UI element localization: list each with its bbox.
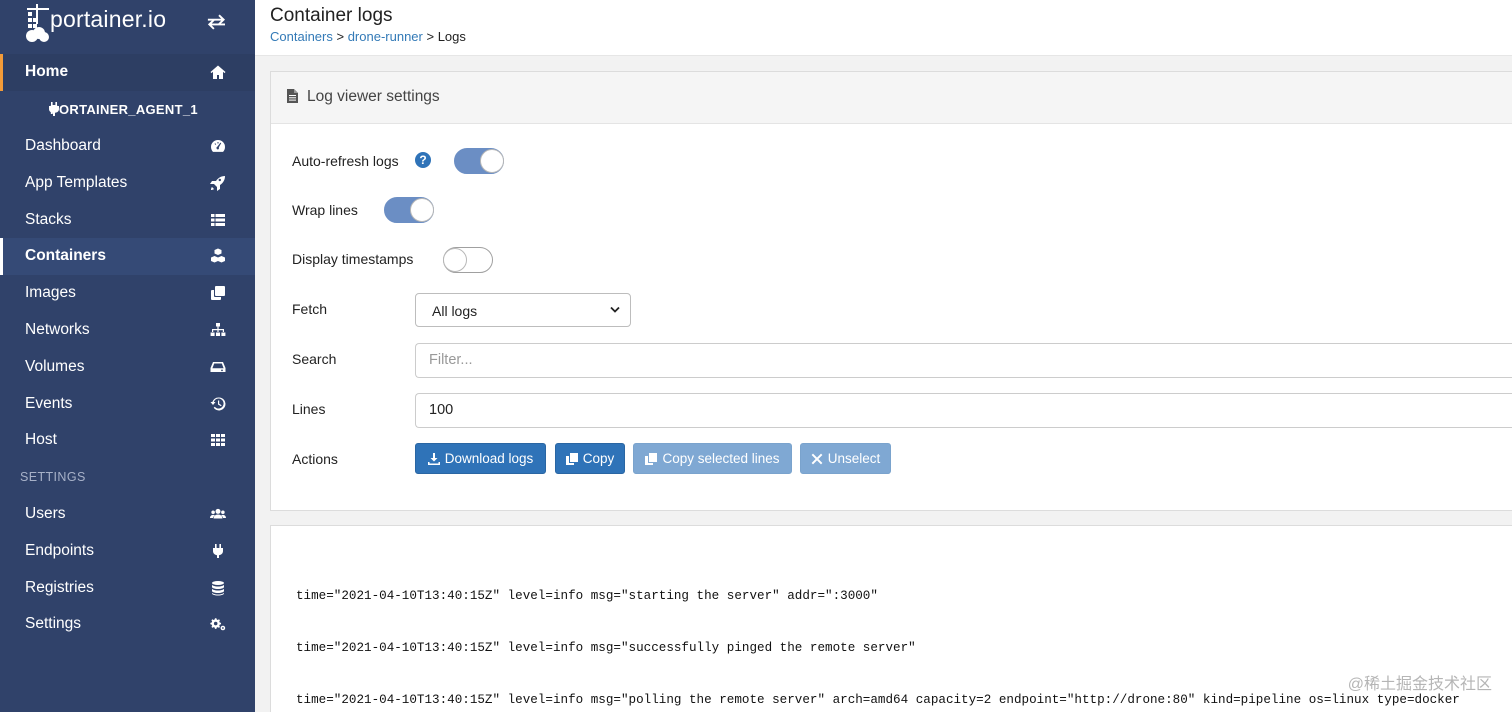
panel-title: Log viewer settings [307, 88, 440, 105]
auto-refresh-label: Auto-refresh logs [292, 153, 399, 169]
toggle-knob [480, 149, 504, 173]
cogs-icon [209, 615, 227, 633]
auto-refresh-toggle[interactable] [454, 148, 504, 174]
file-text-icon [287, 89, 298, 103]
close-icon [811, 453, 823, 464]
plug-icon [49, 102, 59, 117]
sidebar-item-app-templates[interactable]: App Templates [0, 164, 255, 201]
sidebar-item-settings[interactable]: Settings [0, 606, 255, 643]
display-timestamps-toggle[interactable] [443, 247, 493, 273]
copy-selected-lines-button[interactable]: Copy selected lines [633, 443, 792, 474]
copy-icon [645, 452, 658, 465]
log-output-panel[interactable]: time="2021-04-10T13:40:15Z" level=info m… [270, 525, 1512, 712]
unselect-button[interactable]: Unselect [800, 443, 891, 474]
sidebar-item-host[interactable]: Host [0, 422, 255, 459]
log-line[interactable]: time="2021-04-10T13:40:15Z" level=info m… [296, 692, 1460, 709]
sidebar-item-endpoints[interactable]: Endpoints [0, 532, 255, 569]
brand-header: portainer.io [0, 0, 255, 52]
sidebar-item-label: PORTAINER_AGENT_1 [50, 101, 198, 117]
tachometer-icon [209, 137, 227, 155]
actions-label: Actions [292, 451, 338, 467]
toggle-knob [410, 198, 434, 222]
sidebar-item-users[interactable]: Users [0, 496, 255, 533]
exchange-icon[interactable] [206, 13, 228, 33]
page-header: Container logs Containers > drone-runner… [255, 0, 1512, 56]
lines-input[interactable]: 100 [415, 393, 1512, 428]
question-circle-icon[interactable]: ? [415, 152, 431, 168]
breadcrumb-separator: > [422, 29, 438, 44]
panel-heading: Log viewer settings [271, 72, 1512, 124]
download-logs-label: Download logs [444, 451, 534, 466]
sidebar-nav: Home PORTAINER_AGENT_1 Dashboard App Tem… [0, 54, 255, 643]
search-label: Search [292, 351, 337, 367]
fetch-select-value: All logs [432, 303, 478, 319]
users-icon [209, 505, 227, 523]
breadcrumb: Containers > drone-runner > Logs [270, 29, 466, 44]
unselect-label: Unselect [827, 451, 881, 466]
brand-name[interactable]: portainer.io [50, 6, 166, 33]
rocket-icon [209, 174, 227, 192]
sidebar-item-stacks[interactable]: Stacks [0, 201, 255, 238]
copy-label: Copy [582, 451, 615, 466]
page-title: Container logs [270, 5, 393, 26]
sidebar-item-networks[interactable]: Networks [0, 312, 255, 349]
sidebar-item-dashboard[interactable]: Dashboard [0, 128, 255, 165]
sidebar-item-containers[interactable]: Containers [0, 237, 255, 275]
lines-label: Lines [292, 401, 326, 417]
fetch-label: Fetch [292, 301, 328, 317]
log-line[interactable]: time="2021-04-10T13:40:15Z" level=info m… [296, 640, 1460, 657]
sidebar-item-images[interactable]: Images [0, 275, 255, 312]
hdd-icon [209, 358, 227, 376]
database-icon [209, 579, 227, 597]
sidebar-item-registries[interactable]: Registries [0, 569, 255, 606]
sitemap-icon [209, 321, 227, 339]
sidebar-item-events[interactable]: Events [0, 385, 255, 422]
th-icon [209, 431, 227, 449]
sidebar-item-endpoint[interactable]: PORTAINER_AGENT_1 [0, 91, 255, 128]
chevron-down-icon [610, 306, 620, 313]
toggle-knob [443, 248, 467, 272]
th-list-icon [209, 211, 227, 229]
log-output[interactable]: time="2021-04-10T13:40:15Z" level=info m… [296, 553, 1460, 712]
sidebar-item-home[interactable]: Home [0, 54, 255, 91]
clone-icon [209, 284, 227, 302]
search-input[interactable]: Filter... [415, 343, 1512, 378]
copy-icon [565, 452, 578, 465]
display-timestamps-label: Display timestamps [292, 251, 414, 267]
sidebar-item-volumes[interactable]: Volumes [0, 348, 255, 385]
breadcrumb-container-link[interactable]: drone-runner [348, 29, 423, 44]
breadcrumb-current: Logs [437, 29, 466, 44]
home-icon [209, 63, 227, 81]
wrap-lines-toggle[interactable] [384, 197, 434, 223]
sidebar-section-settings: SETTINGS [20, 470, 86, 485]
log-viewer-settings-panel: Log viewer settings Auto-refresh logs ? … [270, 71, 1512, 511]
copy-button[interactable]: Copy [555, 443, 625, 474]
log-line[interactable]: time="2021-04-10T13:40:15Z" level=info m… [296, 588, 1460, 605]
breadcrumb-containers-link[interactable]: Containers [270, 29, 333, 44]
breadcrumb-separator: > [332, 29, 348, 44]
cubes-icon [209, 247, 227, 265]
watermark: @稀土掘金技术社区 [1347, 676, 1492, 693]
copy-selected-lines-label: Copy selected lines [662, 451, 780, 466]
fetch-select[interactable]: All logs [415, 293, 631, 327]
sidebar: portainer.io Home PORTAINER_AGENT_1 Dash… [0, 0, 255, 712]
download-logs-button[interactable]: Download logs [415, 443, 546, 474]
download-icon [427, 452, 440, 465]
wrap-lines-label: Wrap lines [292, 202, 358, 218]
history-icon [209, 395, 227, 413]
plug-icon [209, 542, 227, 560]
